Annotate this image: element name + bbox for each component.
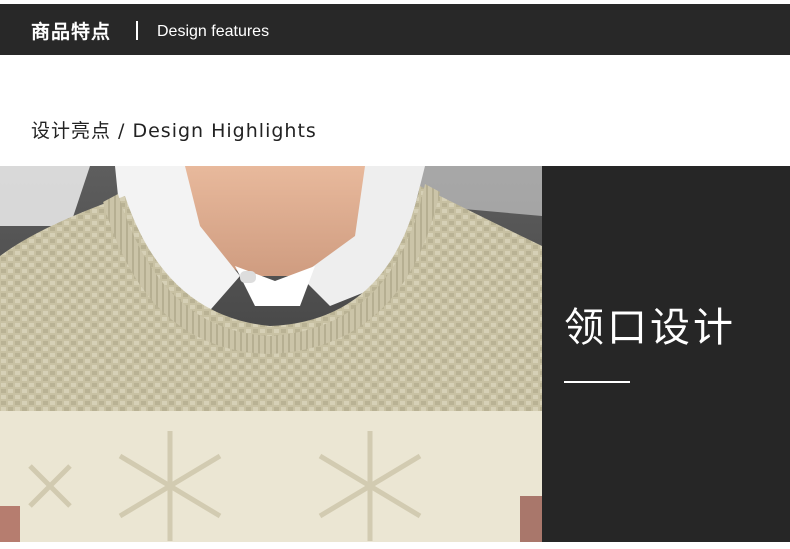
section-heading: 设计亮点 / Design Highlights — [31, 120, 317, 142]
header-bar: 商品特点 Design features — [0, 4, 790, 55]
sweater-collar-image — [0, 166, 542, 542]
product-photo — [0, 166, 542, 542]
feature-underline — [564, 381, 630, 383]
header-divider — [136, 21, 138, 40]
header-title: 商品特点 — [31, 21, 112, 43]
feature-title: 领口设计 — [564, 305, 736, 351]
feature-panel: 领口设计 — [542, 166, 790, 542]
header-subtitle: Design features — [157, 23, 270, 40]
